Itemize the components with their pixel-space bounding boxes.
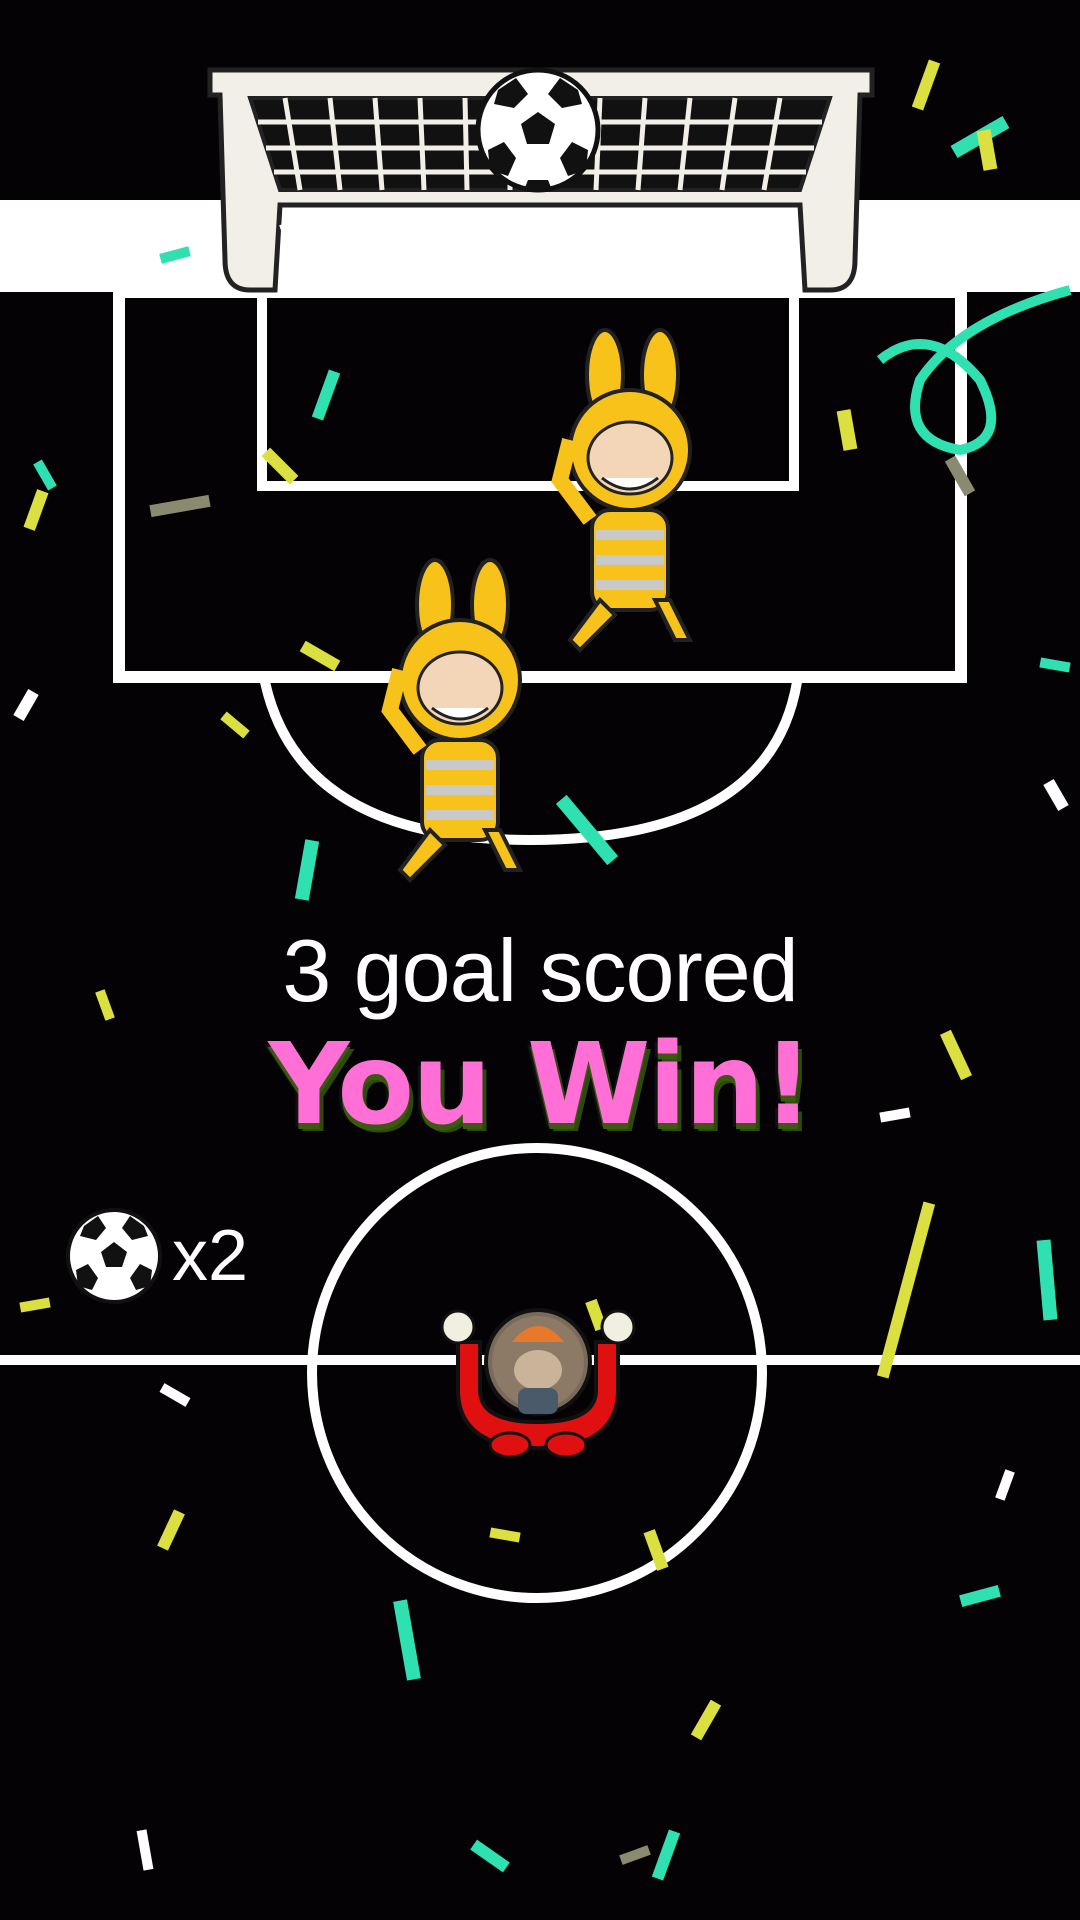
player-paddle-icon[interactable] <box>440 1308 636 1459</box>
you-win-banner: You Win! <box>268 1020 813 1150</box>
balls-remaining: x2 <box>64 1206 248 1306</box>
goals-scored-text: 3 goal scored <box>282 921 798 1020</box>
soccer-ball-icon <box>66 1208 162 1304</box>
goal-line <box>0 200 1080 292</box>
goal-area <box>257 287 799 491</box>
balls-remaining-count: x2 <box>172 1216 249 1296</box>
penalty-arc <box>260 680 802 846</box>
bunny-mascot-icon <box>381 558 524 883</box>
soccer-ball-icon <box>475 67 601 193</box>
